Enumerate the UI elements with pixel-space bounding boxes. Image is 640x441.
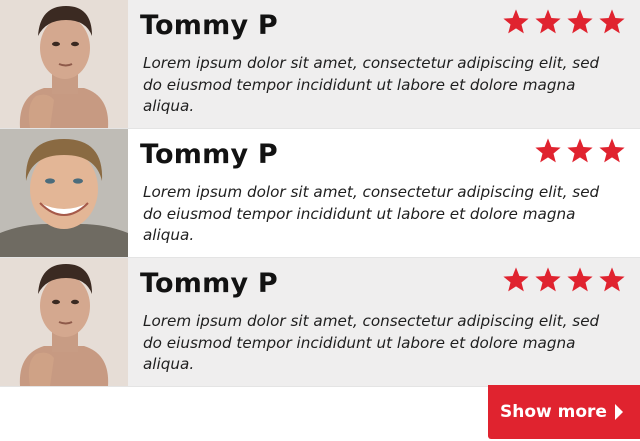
star-rating <box>502 266 626 294</box>
review-text: Lorem ipsum dolor sit amet, consectetur … <box>143 54 600 115</box>
review-item: Tommy P Lorem ipsum dolor sit amet, cons… <box>0 129 640 258</box>
reviewer-name: Tommy P <box>140 139 278 170</box>
show-more-label: Show more <box>500 402 607 422</box>
avatar <box>0 0 128 128</box>
avatar <box>0 129 128 257</box>
star-rating <box>502 8 626 36</box>
reviews-list: Tommy P Lorem ipsum dolor sit amet, cons… <box>0 0 640 387</box>
star-icon <box>567 138 593 163</box>
star-icon <box>599 138 625 163</box>
star-icon <box>503 267 529 292</box>
star-icon <box>535 138 561 163</box>
chevron-right-icon <box>615 404 623 420</box>
show-more-button[interactable]: Show more <box>488 385 640 439</box>
star-icon <box>535 9 561 34</box>
reviewer-name: Tommy P <box>140 268 278 299</box>
review-text: Lorem ipsum dolor sit amet, consectetur … <box>143 312 600 373</box>
reviewer-name: Tommy P <box>140 10 278 41</box>
star-icon <box>503 9 529 34</box>
star-icon <box>599 9 625 34</box>
star-rating <box>534 137 626 165</box>
star-icon <box>599 267 625 292</box>
star-icon <box>567 9 593 34</box>
avatar <box>0 258 128 386</box>
star-icon <box>535 267 561 292</box>
review-item: Tommy P Lorem ipsum dolor sit amet, cons… <box>0 258 640 387</box>
star-icon <box>567 267 593 292</box>
review-text: Lorem ipsum dolor sit amet, consectetur … <box>143 183 600 244</box>
review-item: Tommy P Lorem ipsum dolor sit amet, cons… <box>0 0 640 129</box>
